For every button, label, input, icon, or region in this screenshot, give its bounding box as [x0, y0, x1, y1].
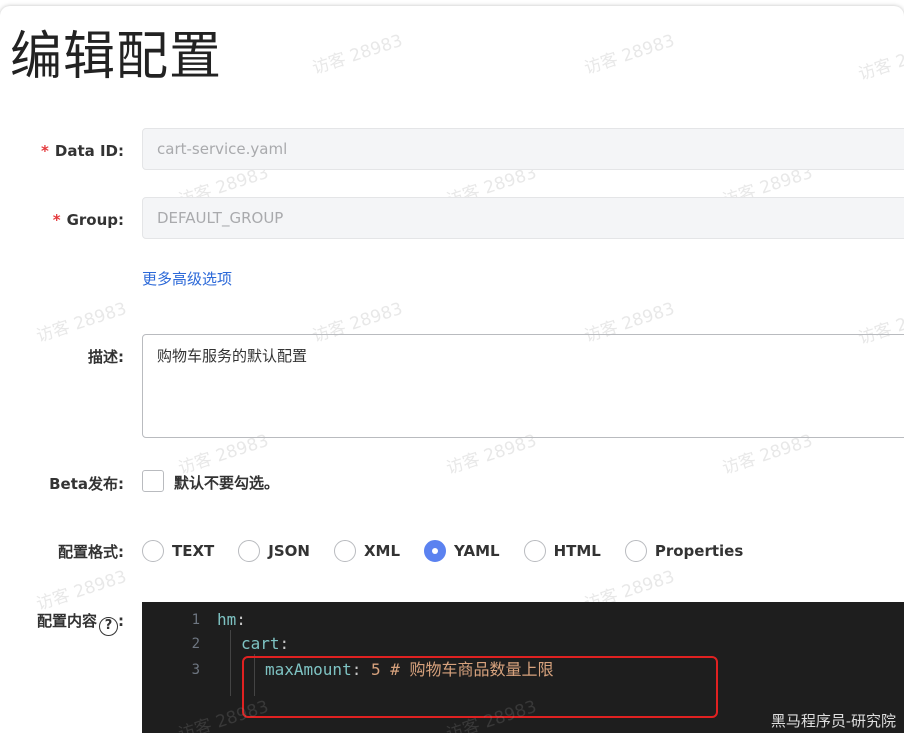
- radio-circle[interactable]: [523, 540, 546, 562]
- advanced-options-link[interactable]: 更多高级选项: [142, 268, 232, 289]
- format-option-text[interactable]: TEXT: [142, 540, 214, 562]
- yaml-key: cart: [241, 634, 280, 653]
- content-label: 配置内容?:: [37, 610, 124, 636]
- code-text: cart:: [241, 632, 289, 656]
- watermark: 访客 28983: [581, 30, 678, 79]
- required-mark: *: [52, 211, 61, 229]
- beta-checkbox-label: 默认不要勾选。: [174, 474, 280, 492]
- beta-checkbox[interactable]: [142, 470, 164, 492]
- highlight-box: [242, 656, 718, 718]
- yaml-colon: :: [236, 610, 246, 629]
- radio-circle[interactable]: [238, 540, 261, 562]
- format-option-label: XML: [363, 542, 401, 560]
- data-id-label: * Data ID:: [41, 142, 124, 160]
- data-id-field[interactable]: cart-service.yaml: [142, 128, 904, 170]
- format-option-yaml[interactable]: YAML: [424, 540, 500, 562]
- radio-circle[interactable]: [333, 540, 356, 562]
- code-line: 1 hm:: [142, 608, 904, 632]
- yaml-key: hm: [217, 610, 237, 629]
- watermark: 访客 28983: [855, 36, 904, 85]
- group-label: * Group:: [53, 211, 124, 229]
- format-label: 配置格式:: [58, 543, 124, 561]
- line-number: 1: [191, 612, 200, 628]
- line-number: 2: [191, 636, 200, 652]
- format-option-label: JSON: [268, 542, 310, 560]
- radio-circle[interactable]: [142, 540, 164, 562]
- code-text: hm:: [217, 608, 246, 632]
- yaml-colon: :: [279, 634, 290, 653]
- format-option-label: YAML: [454, 542, 500, 560]
- footer-caption: 黑马程序员-研究院: [768, 710, 898, 731]
- line-number: 3: [191, 662, 200, 678]
- watermark: 访客 28983: [33, 566, 130, 615]
- edit-config-panel: 编辑配置 访客 28983 访客 28983 访客 28983 访客 28983…: [0, 6, 904, 733]
- watermark: 访客 28983: [33, 298, 130, 347]
- description-label: 描述:: [88, 348, 124, 366]
- group-label-text: Group:: [66, 211, 124, 229]
- watermark: 访客 28983: [309, 30, 406, 79]
- format-option-xml[interactable]: XML: [333, 540, 401, 562]
- beta-label: Beta发布:: [49, 475, 124, 493]
- code-line: 2 cart:: [142, 632, 904, 656]
- format-radio-group: TEXT JSON XML YAML HTML Properties: [142, 538, 767, 564]
- description-textarea[interactable]: 购物车服务的默认配置: [142, 334, 904, 438]
- page-title: 编辑配置: [10, 27, 223, 87]
- help-icon[interactable]: ?: [99, 617, 118, 636]
- required-mark: *: [41, 142, 49, 160]
- format-option-label: TEXT: [172, 542, 215, 560]
- radio-circle[interactable]: [624, 540, 647, 562]
- content-label-text: 配置内容: [36, 612, 97, 630]
- format-option-label: HTML: [553, 542, 601, 560]
- format-option-html[interactable]: HTML: [523, 540, 601, 562]
- format-option-properties[interactable]: Properties: [624, 540, 744, 562]
- group-field[interactable]: DEFAULT_GROUP: [142, 197, 904, 239]
- format-option-json[interactable]: JSON: [238, 540, 310, 562]
- content-label-colon: :: [118, 612, 124, 630]
- data-id-label-text: Data ID:: [54, 142, 124, 160]
- format-option-label: Properties: [654, 542, 744, 560]
- radio-circle-selected[interactable]: [424, 540, 447, 562]
